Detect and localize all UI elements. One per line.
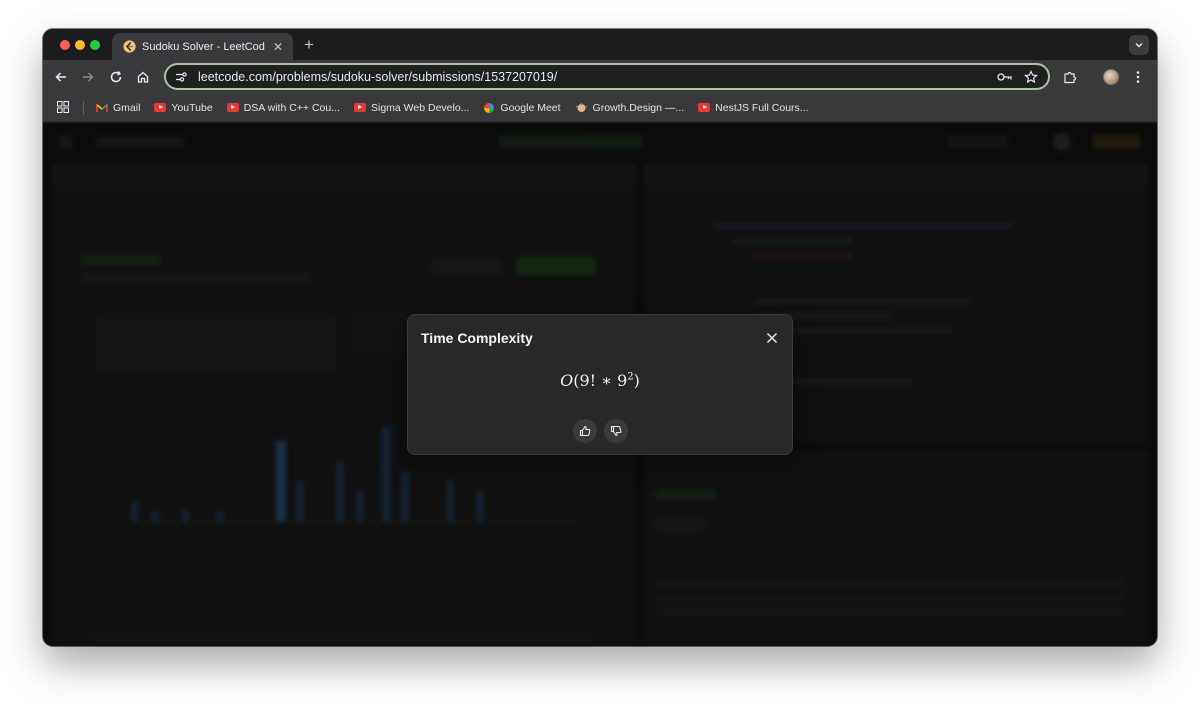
bookmark-star-icon[interactable]: [1022, 68, 1040, 86]
bookmark-google-meet[interactable]: Google Meet: [483, 101, 561, 114]
password-key-icon[interactable]: [996, 68, 1014, 86]
bookmark-label: DSA with C++ Cou...: [243, 101, 340, 114]
profile-button[interactable]: [1101, 67, 1121, 87]
apps-grid-icon[interactable]: [57, 100, 71, 115]
bookmark-gmail[interactable]: Gmail: [96, 102, 140, 114]
google-meet-icon: [484, 102, 495, 113]
bookmark-label: YouTube: [171, 101, 213, 114]
minimize-window-button[interactable]: [75, 40, 85, 50]
tab-sudoku-solver[interactable]: Sudoku Solver - LeetCode ✕: [112, 33, 293, 60]
home-button[interactable]: [133, 67, 153, 87]
formula-function: O: [560, 371, 574, 390]
site-settings-icon[interactable]: [174, 70, 188, 84]
forward-button[interactable]: [78, 67, 98, 87]
tab-strip: Sudoku Solver - LeetCode ✕ +: [43, 29, 1157, 60]
complexity-formula: O(9! ∗ 92): [408, 371, 792, 390]
youtube-icon: [353, 103, 366, 112]
leetcode-icon: [122, 40, 136, 54]
thumbs-down-button[interactable]: [604, 419, 628, 443]
browser-menu-button[interactable]: [1128, 67, 1148, 87]
bookmarks-divider: [83, 100, 84, 115]
bookmarks-bar: Gmail YouTube DSA with C++ Cou... Sigma …: [43, 94, 1157, 122]
address-bar[interactable]: leetcode.com/problems/sudoku-solver/subm…: [164, 63, 1050, 90]
bookmark-growth-design[interactable]: Growth.Design —...: [575, 101, 685, 114]
modal-title: Time Complexity: [421, 330, 533, 346]
close-window-button[interactable]: [60, 40, 70, 50]
extensions-button[interactable]: [1060, 67, 1080, 87]
gmail-icon: [96, 102, 108, 112]
arrow-left-icon: [55, 72, 66, 82]
bookmark-label: Google Meet: [500, 101, 561, 114]
url-text: leetcode.com/problems/sudoku-solver/subm…: [198, 69, 558, 84]
bookmark-nestjs[interactable]: NestJS Full Cours...: [698, 101, 809, 114]
puzzle-icon: [1064, 71, 1077, 84]
bookmark-label: Growth.Design —...: [592, 101, 685, 114]
reload-button[interactable]: [106, 67, 126, 87]
bookmark-label: Gmail: [113, 101, 141, 114]
bookmark-label: Sigma Web Develo...: [370, 101, 470, 114]
youtube-icon: [154, 103, 167, 112]
youtube-icon: [226, 103, 239, 112]
bookmark-label: NestJS Full Cours...: [715, 101, 809, 114]
tab-title: Sudoku Solver - LeetCode: [142, 40, 265, 53]
reload-icon: [110, 70, 122, 83]
thumbs-up-button[interactable]: [573, 419, 597, 443]
growth-design-icon: [575, 102, 587, 112]
arrow-right-icon: [83, 72, 94, 82]
thumbs-up-icon: [579, 425, 591, 437]
bookmark-dsa-cpp[interactable]: DSA with C++ Cou...: [226, 101, 340, 114]
formula-body: (9! ∗ 9: [573, 371, 628, 390]
bookmark-youtube[interactable]: YouTube: [154, 101, 213, 114]
thumbs-down-icon: [610, 425, 622, 437]
chevron-down-icon: [1135, 43, 1143, 48]
time-complexity-modal: Time Complexity O(9! ∗ 92): [407, 314, 793, 455]
close-modal-button[interactable]: [764, 330, 780, 346]
avatar: [1103, 69, 1119, 85]
close-icon: [766, 332, 778, 344]
bookmark-sigma-web[interactable]: Sigma Web Develo...: [353, 101, 470, 114]
browser-toolbar: leetcode.com/problems/sudoku-solver/subm…: [43, 60, 1157, 94]
tab-close-icon[interactable]: ✕: [271, 40, 285, 54]
new-tab-button[interactable]: +: [301, 35, 317, 55]
more-vertical-icon: [1136, 71, 1140, 83]
fullscreen-window-button[interactable]: [90, 40, 100, 50]
tab-search-button[interactable]: [1129, 35, 1149, 55]
home-icon: [137, 71, 149, 83]
formula-close: ): [633, 371, 640, 390]
browser-window: Sudoku Solver - LeetCode ✕ + leetcode.co…: [43, 29, 1157, 646]
back-button[interactable]: [51, 67, 71, 87]
youtube-icon: [698, 103, 711, 112]
